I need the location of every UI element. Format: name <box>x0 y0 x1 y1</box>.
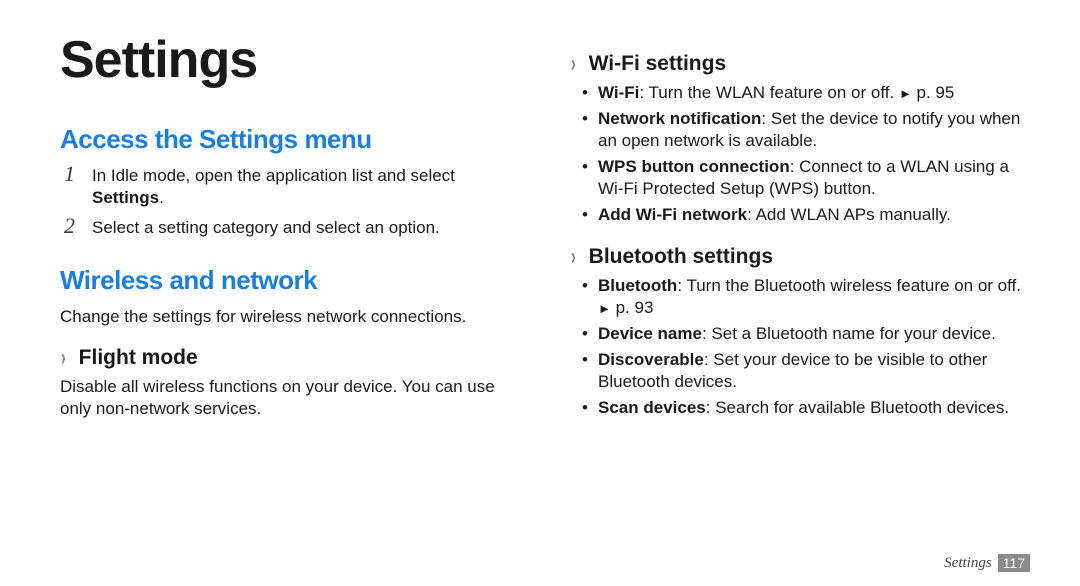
page-footer: Settings 117 <box>944 554 1030 572</box>
item-rest: : Turn the Bluetooth wireless feature on… <box>677 276 1021 295</box>
triangle-icon: ► <box>598 301 611 316</box>
list-item: Bluetooth: Turn the Bluetooth wireless f… <box>582 275 1030 319</box>
subhead-flight-mode: › Flight mode <box>60 346 520 370</box>
subhead-title: Wi-Fi settings <box>589 52 726 76</box>
flight-body: Disable all wireless functions on your d… <box>60 376 520 420</box>
chevron-icon: › <box>571 52 576 76</box>
subhead-bluetooth-settings: › Bluetooth settings <box>570 245 1030 269</box>
list-item: WPS button connection: Connect to a WLAN… <box>582 156 1030 200</box>
step-text: In Idle mode, open the application list … <box>92 165 520 209</box>
wireless-body: Change the settings for wireless network… <box>60 306 520 328</box>
step-text-bold: Settings <box>92 188 159 207</box>
step-text: Select a setting category and select an … <box>92 217 440 239</box>
list-item: Discoverable: Set your device to be visi… <box>582 349 1030 393</box>
footer-label: Settings <box>944 555 992 572</box>
list-item: Scan devices: Search for available Bluet… <box>582 397 1030 419</box>
chevron-icon: › <box>61 346 66 370</box>
subhead-wifi-settings: › Wi-Fi settings <box>570 52 1030 76</box>
step-text-pre: In Idle mode, open the application list … <box>92 166 455 185</box>
item-rest: : Add WLAN APs manually. <box>747 205 951 224</box>
chevron-icon: › <box>571 245 576 269</box>
step-2: 2 Select a setting category and select a… <box>64 217 520 239</box>
item-bold: WPS button connection <box>598 157 790 176</box>
list-item: Device name: Set a Bluetooth name for yo… <box>582 323 1030 345</box>
item-bold: Bluetooth <box>598 276 677 295</box>
triangle-icon: ► <box>899 86 912 101</box>
right-column: › Wi-Fi settings Wi-Fi: Turn the WLAN fe… <box>570 30 1030 429</box>
subhead-title: Bluetooth settings <box>589 245 773 269</box>
item-pageref: p. 95 <box>912 83 955 102</box>
left-column: Settings Access the Settings menu 1 In I… <box>60 30 520 429</box>
heading-access-settings: Access the Settings menu <box>60 124 520 155</box>
item-bold: Add Wi-Fi network <box>598 205 747 224</box>
bluetooth-list: Bluetooth: Turn the Bluetooth wireless f… <box>582 275 1030 420</box>
list-item: Add Wi-Fi network: Add WLAN APs manually… <box>582 204 1030 226</box>
list-item: Wi-Fi: Turn the WLAN feature on or off. … <box>582 82 1030 104</box>
step-number: 2 <box>64 215 78 237</box>
item-bold: Network notification <box>598 109 761 128</box>
item-rest: : Set a Bluetooth name for your device. <box>702 324 996 343</box>
page-title: Settings <box>60 30 520 90</box>
page-number: 117 <box>998 554 1030 572</box>
item-pageref: p. 93 <box>611 298 654 317</box>
step-1: 1 In Idle mode, open the application lis… <box>64 165 520 209</box>
step-text-pre: Select a setting category and select an … <box>92 218 440 237</box>
item-bold: Discoverable <box>598 350 704 369</box>
step-number: 1 <box>64 163 78 185</box>
list-item: Network notification: Set the device to … <box>582 108 1030 152</box>
item-bold: Device name <box>598 324 702 343</box>
item-rest: : Search for available Bluetooth devices… <box>706 398 1009 417</box>
step-text-post: . <box>159 188 164 207</box>
steps-list: 1 In Idle mode, open the application lis… <box>64 165 520 239</box>
subhead-title: Flight mode <box>79 346 198 370</box>
item-bold: Scan devices <box>598 398 706 417</box>
wifi-list: Wi-Fi: Turn the WLAN feature on or off. … <box>582 82 1030 227</box>
heading-wireless-network: Wireless and network <box>60 265 520 296</box>
item-rest: : Turn the WLAN feature on or off. <box>639 83 899 102</box>
item-bold: Wi-Fi <box>598 83 639 102</box>
